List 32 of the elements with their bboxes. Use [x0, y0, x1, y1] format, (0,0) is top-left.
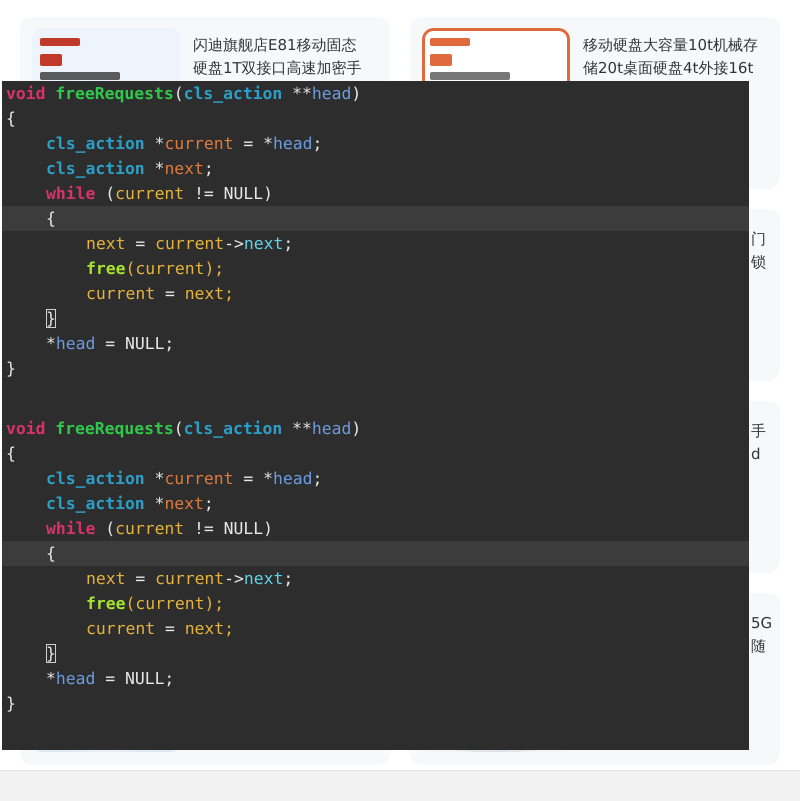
code-line: }: [5, 693, 17, 715]
code-line: current = next;: [85, 283, 236, 305]
product-title-fragment[interactable]: 门: [751, 228, 766, 251]
code-line: next = current->next;: [85, 568, 294, 590]
code-line: *head = NULL;: [45, 668, 176, 690]
code-line: free(current);: [85, 593, 226, 615]
code-line: void freeRequests(cls_action **head): [5, 83, 362, 105]
code-line: }: [5, 358, 17, 380]
code-line: {: [5, 108, 17, 130]
code-line: next = current->next;: [85, 233, 294, 255]
code-line: *head = NULL;: [45, 333, 176, 355]
code-line: }: [45, 308, 57, 330]
code-line: cls_action *current = *head;: [45, 468, 324, 490]
product-title-line[interactable]: 闪迪旗舰店E81移动固态: [193, 34, 357, 57]
product-title-fragment[interactable]: 随: [751, 635, 766, 658]
product-title-line[interactable]: 储20t桌面硬盘4t外接16t: [583, 57, 754, 80]
code-line: while (current != NULL): [45, 518, 274, 540]
code-line: cls_action *next;: [45, 493, 215, 515]
product-title-fragment[interactable]: d: [751, 443, 761, 466]
product-title-line[interactable]: 移动硬盘大容量10t机械存: [583, 34, 758, 57]
product-title-fragment[interactable]: 手: [751, 420, 766, 443]
code-line: cls_action *next;: [45, 158, 215, 180]
product-title-fragment[interactable]: 5G: [751, 612, 772, 635]
product-title-line[interactable]: 硬盘1T双接口高速加密手: [193, 57, 362, 80]
code-line: current = next;: [85, 618, 236, 640]
code-line: }: [45, 643, 57, 665]
code-line: cls_action *current = *head;: [45, 133, 324, 155]
code-line: void freeRequests(cls_action **head): [5, 418, 362, 440]
product-title-fragment[interactable]: 锁: [751, 251, 766, 274]
code-line: free(current);: [85, 258, 226, 280]
code-line: while (current != NULL): [45, 183, 274, 205]
code-line: {: [5, 443, 17, 465]
